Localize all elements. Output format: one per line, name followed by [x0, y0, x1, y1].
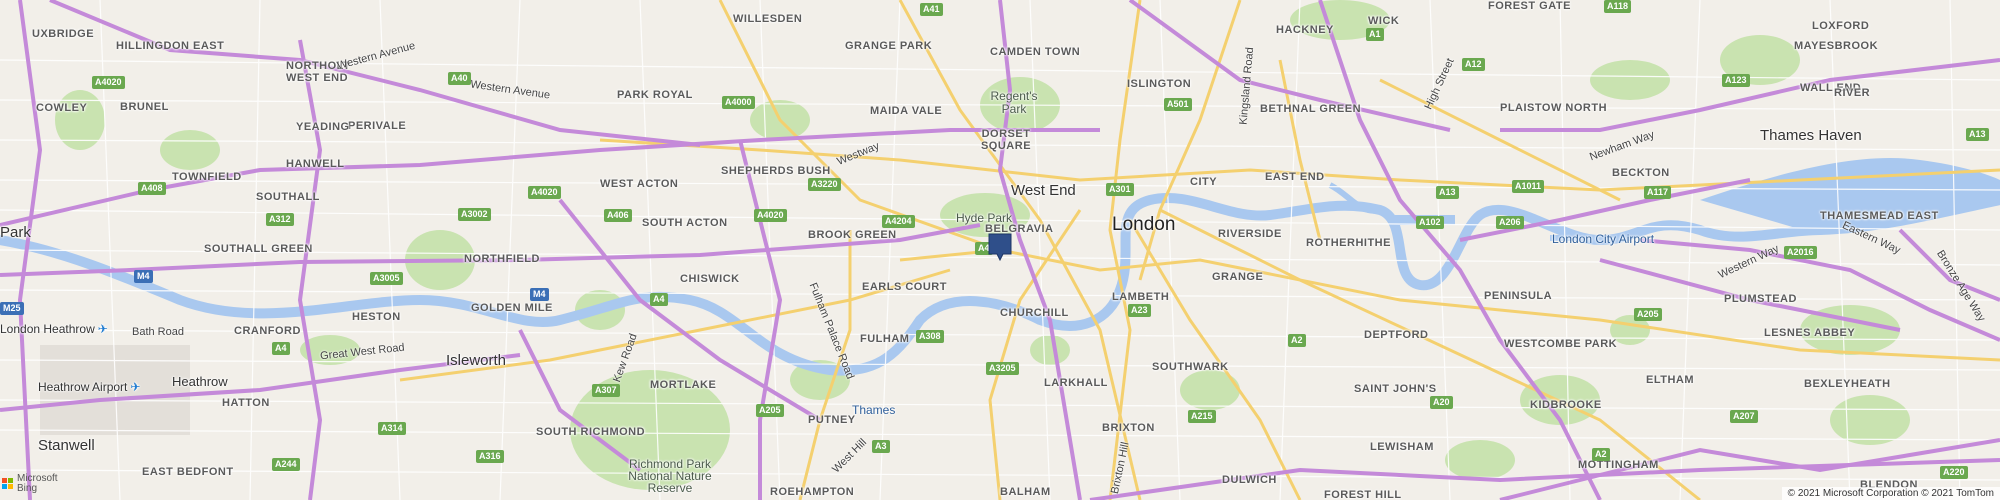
- shield-m4: M4: [134, 270, 153, 283]
- shield-a117: A117: [1644, 186, 1672, 199]
- shield-a408: A408: [138, 182, 166, 195]
- shield-a205-2: A205: [1634, 308, 1662, 321]
- shield-a102: A102: [1416, 216, 1444, 229]
- bing-logo-line2: Bing: [17, 483, 38, 494]
- road-bath-road: Bath Road: [132, 326, 184, 338]
- shield-a13: A13: [1436, 186, 1459, 199]
- shield-a4020-2: A4020: [528, 186, 561, 199]
- shield-a4-3: A4: [272, 342, 290, 355]
- shield-a4-2: A4: [650, 293, 668, 306]
- shield-a206: A206: [1496, 216, 1524, 229]
- shield-a3220: A3220: [808, 178, 841, 191]
- shield-a1011: A1011: [1512, 180, 1545, 193]
- shield-a118: A118: [1604, 0, 1632, 13]
- shield-a207: A207: [1730, 410, 1758, 423]
- shield-a12: A12: [1462, 58, 1485, 71]
- shield-a244: A244: [272, 458, 300, 471]
- shield-a13-2: A13: [1966, 128, 1989, 141]
- shield-a4020: A4020: [92, 76, 125, 89]
- shield-a3002: A3002: [458, 208, 491, 221]
- shield-a23: A23: [1128, 304, 1151, 317]
- shield-a314: A314: [378, 422, 406, 435]
- shield-a20: A20: [1430, 396, 1453, 409]
- shield-a2016: A2016: [1784, 246, 1817, 259]
- location-pin-icon[interactable]: [988, 233, 1012, 261]
- shield-a40: A40: [448, 72, 471, 85]
- shield-a501: A501: [1164, 98, 1192, 111]
- shield-a205: A205: [756, 404, 784, 417]
- map-attribution: © 2021 Microsoft Corporation © 2021 TomT…: [1781, 487, 2000, 500]
- shield-a2-2: A2: [1592, 448, 1610, 461]
- shield-a406: A406: [604, 209, 632, 222]
- shield-a3205: A3205: [986, 362, 1019, 375]
- microsoft-logo-icon: [2, 478, 14, 490]
- shield-a316: A316: [476, 450, 504, 463]
- shield-a215: A215: [1188, 410, 1216, 423]
- shield-a4020-3: A4020: [754, 209, 787, 222]
- shield-a312: A312: [266, 213, 294, 226]
- shield-a2: A2: [1288, 334, 1306, 347]
- shield-a1: A1: [1366, 28, 1384, 41]
- shield-a3: A3: [872, 440, 890, 453]
- bing-logo[interactable]: Microsoft Bing: [2, 474, 58, 494]
- map-canvas[interactable]: UXBRIDGE HILLINGDON EAST NORTHOLT WEST E…: [0, 0, 2000, 500]
- shield-a41: A41: [920, 3, 943, 16]
- shield-m25: M25: [0, 302, 24, 315]
- shield-a307: A307: [592, 384, 620, 397]
- shield-m4-2: M4: [530, 288, 549, 301]
- shield-a220: A220: [1940, 466, 1968, 479]
- shield-a3005: A3005: [370, 272, 403, 285]
- shield-a308: A308: [916, 330, 944, 343]
- shield-a4204: A4204: [882, 215, 915, 228]
- shield-a301: A301: [1106, 183, 1134, 196]
- shield-a123: A123: [1722, 74, 1750, 87]
- shield-a4000: A4000: [722, 96, 755, 109]
